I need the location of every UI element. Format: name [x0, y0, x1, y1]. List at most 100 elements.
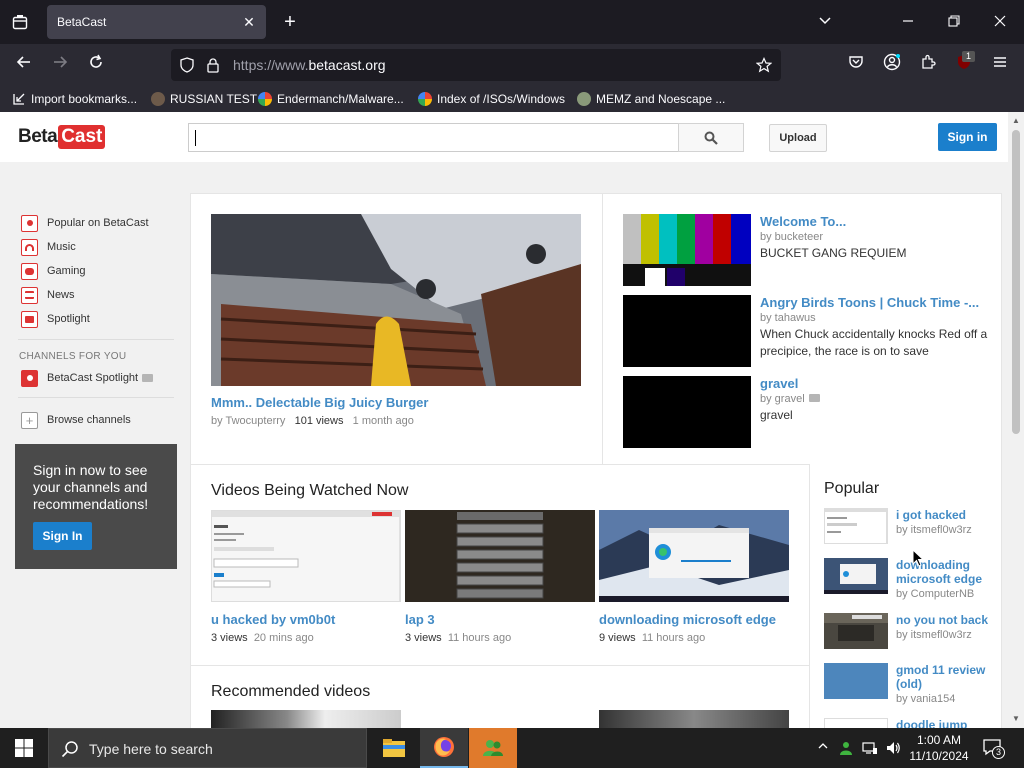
scroll-down-icon[interactable]: ▼: [1008, 712, 1024, 726]
watched-video-card[interactable]: downloading microsoft edge 9 views 11 ho…: [599, 510, 789, 644]
tracking-protection-icon[interactable]: [179, 57, 195, 78]
popular-author[interactable]: by itsmefl0w3rz: [896, 629, 972, 641]
featured-video-thumbnail[interactable]: [211, 214, 581, 386]
side-video-title[interactable]: Welcome To...: [760, 214, 990, 229]
reload-icon[interactable]: [84, 53, 108, 77]
volume-icon[interactable]: [885, 740, 901, 756]
close-tab-icon[interactable]: ✕: [240, 13, 258, 31]
sign-in-button[interactable]: Sign in: [938, 123, 997, 151]
bookmark-import[interactable]: Import bookmarks...: [12, 91, 137, 107]
bookmark-endermanch[interactable]: Endermanch/Malware...: [258, 91, 404, 107]
side-video-thumbnail[interactable]: [623, 295, 751, 367]
tray-app-icon[interactable]: [838, 740, 854, 756]
pocket-icon[interactable]: [844, 53, 868, 77]
ublock-extension-icon[interactable]: 1: [952, 51, 976, 77]
bookmark-memz[interactable]: MEMZ and Noescape ...: [577, 91, 725, 107]
popular-thumbnail[interactable]: [824, 718, 888, 728]
video-thumbnail[interactable]: [211, 510, 401, 602]
firefox-taskbar-icon[interactable]: [420, 728, 468, 768]
popular-title[interactable]: i got hacked: [896, 508, 992, 522]
video-title[interactable]: u hacked by vm0b0t: [211, 612, 401, 627]
popular-item[interactable]: i got hacked by itsmefl0w3rz: [824, 508, 996, 548]
upload-button[interactable]: Upload: [769, 124, 827, 152]
guide-item-gaming[interactable]: Gaming: [21, 262, 86, 280]
popular-author[interactable]: by ComputerNB: [896, 588, 974, 600]
popular-title[interactable]: gmod 11 review (old): [896, 663, 992, 691]
featured-video-title[interactable]: Mmm.. Delectable Big Juicy Burger: [211, 395, 428, 410]
side-video-item[interactable]: Angry Birds Toons | Chuck Time -... by t…: [623, 295, 995, 367]
extensions-icon[interactable]: [916, 53, 940, 77]
popular-item[interactable]: downloading microsoft edge by ComputerNB: [824, 558, 996, 600]
recommended-video-thumbnail[interactable]: [211, 710, 401, 728]
show-hidden-icons[interactable]: [815, 740, 831, 756]
popular-item[interactable]: gmod 11 review (old) by vania154: [824, 663, 996, 705]
recommended-video-thumbnail[interactable]: [599, 710, 789, 728]
minimize-icon[interactable]: [896, 10, 920, 34]
popular-thumbnail[interactable]: [824, 558, 888, 594]
popular-item[interactable]: doodle jump: [824, 718, 996, 728]
page-scrollbar[interactable]: ▲ ▼: [1008, 112, 1024, 728]
taskbar-clock[interactable]: 1:00 AM 11/10/2024: [906, 732, 972, 764]
taskbar-search-box[interactable]: Type here to search: [48, 728, 367, 768]
network-icon[interactable]: [862, 740, 878, 756]
promo-sign-in-button[interactable]: Sign In: [33, 522, 92, 550]
popular-author[interactable]: by itsmefl0w3rz: [896, 524, 972, 536]
forward-icon[interactable]: [48, 53, 72, 77]
scrollbar-thumb[interactable]: [1012, 130, 1020, 434]
side-video-author[interactable]: by bucketeer: [760, 231, 823, 243]
tab-list-icon[interactable]: [8, 10, 32, 34]
popular-author[interactable]: by vania154: [896, 693, 955, 705]
padlock-icon[interactable]: [206, 57, 220, 78]
windows-start-icon[interactable]: [0, 728, 48, 768]
notification-center-icon[interactable]: 3: [982, 738, 1005, 759]
featured-author[interactable]: Twocupterry: [225, 415, 285, 427]
video-title[interactable]: lap 3: [405, 612, 595, 627]
menu-icon[interactable]: [988, 53, 1012, 77]
bookmark-star-icon[interactable]: [755, 57, 773, 78]
side-video-author[interactable]: by tahawus: [760, 312, 816, 324]
popular-thumbnail[interactable]: [824, 508, 888, 544]
account-icon[interactable]: [880, 53, 904, 77]
scroll-up-icon[interactable]: ▲: [1008, 114, 1024, 128]
guide-item-spotlight[interactable]: Spotlight: [21, 310, 90, 328]
main-content: Mmm.. Delectable Big Juicy Burger by Two…: [190, 193, 1002, 728]
side-video-title[interactable]: gravel: [760, 376, 990, 391]
browser-tab-active[interactable]: BetaCast ✕: [47, 5, 266, 39]
video-thumbnail[interactable]: [599, 510, 789, 602]
side-video-item[interactable]: Welcome To... by bucketeer BUCKET GANG R…: [623, 214, 995, 286]
side-video-title[interactable]: Angry Birds Toons | Chuck Time -...: [760, 295, 990, 310]
popular-title[interactable]: downloading microsoft edge: [896, 558, 992, 586]
watched-video-card[interactable]: u hacked by vm0b0t 3 views 20 mins ago: [211, 510, 401, 644]
popular-title[interactable]: doodle jump: [896, 718, 992, 728]
guide-item-popular[interactable]: Popular on BetaCast: [21, 214, 149, 232]
video-thumbnail[interactable]: [405, 510, 595, 602]
file-explorer-icon[interactable]: [370, 728, 418, 768]
side-video-item[interactable]: gravel by gravel gravel: [623, 376, 995, 448]
new-tab-icon[interactable]: +: [279, 11, 301, 33]
guide-item-news[interactable]: News: [21, 286, 75, 304]
site-search-button[interactable]: [678, 123, 744, 152]
url-text[interactable]: https://www.betacast.org: [233, 57, 386, 73]
people-app-icon[interactable]: [469, 728, 517, 768]
popular-thumbnail[interactable]: [824, 613, 888, 649]
popular-item[interactable]: no you not back by itsmefl0w3rz: [824, 613, 996, 653]
address-bar[interactable]: https://www.betacast.org: [171, 49, 781, 81]
video-title[interactable]: downloading microsoft edge: [599, 612, 789, 627]
guide-browse-channels[interactable]: + Browse channels: [21, 411, 131, 429]
popular-title[interactable]: no you not back: [896, 613, 992, 627]
restore-icon[interactable]: [942, 10, 966, 34]
close-window-icon[interactable]: [988, 10, 1012, 34]
watched-video-card[interactable]: lap 3 3 views 11 hours ago: [405, 510, 595, 644]
bookmark-russian-test[interactable]: RUSSIAN TEST: [151, 91, 257, 107]
betacast-logo[interactable]: Beta Cast: [18, 123, 106, 151]
bookmark-isos-windows[interactable]: Index of /ISOs/Windows: [418, 91, 565, 107]
site-search-input[interactable]: [188, 123, 680, 152]
back-icon[interactable]: [12, 53, 36, 77]
guide-item-music[interactable]: Music: [21, 238, 76, 256]
list-all-tabs-icon[interactable]: [813, 10, 837, 34]
guide-channel-betacast-spotlight[interactable]: BetaCast Spotlight: [21, 369, 154, 387]
side-video-author[interactable]: by gravel: [760, 393, 820, 405]
side-video-thumbnail[interactable]: [623, 214, 751, 286]
popular-thumbnail[interactable]: [824, 663, 888, 699]
side-video-thumbnail[interactable]: [623, 376, 751, 448]
